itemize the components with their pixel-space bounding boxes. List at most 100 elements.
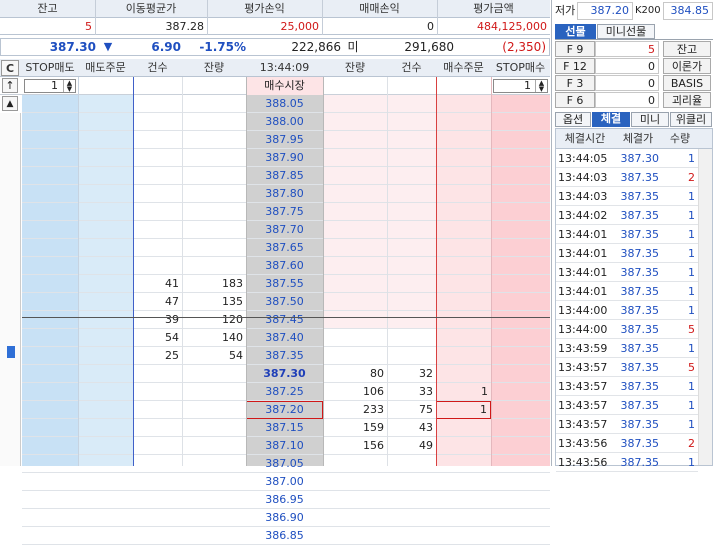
ask-row: 25 54 387.35 <box>22 347 550 365</box>
ask-price[interactable]: 387.90 <box>246 149 323 167</box>
open-interest: 291,680 <box>404 40 454 54</box>
trade-qty: 2 <box>688 171 695 184</box>
trade-time: 13:43:56 <box>558 456 608 469</box>
trade-price: 387.35 <box>620 247 660 260</box>
trade-row: 13:44:01 387.35 1 <box>556 282 698 301</box>
trade-price: 387.35 <box>620 285 660 298</box>
trade-qty: 5 <box>688 361 695 374</box>
trade-time: 13:44:00 <box>558 304 608 317</box>
ask-price[interactable]: 387.60 <box>246 257 323 275</box>
header-buy-qty: 잔량 <box>344 61 366 74</box>
bid-count: 75 <box>419 403 433 416</box>
tab-trade[interactable]: 체결 <box>592 112 630 127</box>
ask-price[interactable]: 388.00 <box>246 113 323 131</box>
c-button[interactable]: C <box>1 60 19 76</box>
bid-price[interactable]: 386.95 <box>246 491 323 509</box>
fkey-value: 0 <box>595 92 659 108</box>
bid-price[interactable]: 387.00 <box>246 473 323 491</box>
ask-price[interactable]: 387.45 <box>246 311 323 329</box>
ask-price[interactable]: 387.50 <box>246 293 323 311</box>
spin-icon[interactable]: ▲ ▼ <box>535 80 547 93</box>
market-buy-cell[interactable]: 매수시장 <box>246 77 323 95</box>
bid-row: 387.00 <box>22 473 550 491</box>
ask-qty: 54 <box>229 349 243 362</box>
ask-count: 54 <box>165 331 179 344</box>
summary-header: 잔고 이동평균가 평가손익 매매손익 평가금액 <box>0 0 550 18</box>
spin-icon[interactable]: ▲ ▼ <box>63 80 75 93</box>
trade-time: 13:43:57 <box>558 399 608 412</box>
ask-price[interactable]: 387.40 <box>246 329 323 347</box>
header-sell-count: 건수 <box>147 61 168 74</box>
fkey-action-button[interactable]: 잔고 <box>663 41 711 57</box>
ask-price[interactable]: 387.55 <box>246 275 323 293</box>
ask-price[interactable]: 387.75 <box>246 203 323 221</box>
trade-qty: 1 <box>688 380 695 393</box>
ask-price[interactable]: 387.95 <box>246 131 323 149</box>
fkey-button[interactable]: F 6 <box>555 92 595 108</box>
bid-order[interactable]: 1 <box>436 383 491 401</box>
bid-price[interactable]: 386.85 <box>246 527 323 545</box>
fkey-button[interactable]: F 12 <box>555 58 595 74</box>
bid-price[interactable]: 387.15 <box>246 419 323 437</box>
bid-price[interactable]: 387.25 <box>246 383 323 401</box>
trade-row: 13:44:05 387.30 1 <box>556 149 698 168</box>
ask-price[interactable]: 387.65 <box>246 239 323 257</box>
trade-qty: 1 <box>688 266 695 279</box>
stop-buy-stepper[interactable]: 1 ▲ ▼ <box>493 79 548 93</box>
fkey-button[interactable]: F 3 <box>555 75 595 91</box>
bid-price[interactable]: 387.20 <box>246 401 323 419</box>
ask-price[interactable]: 387.35 <box>246 347 323 365</box>
trade-scrollbar[interactable] <box>698 149 712 465</box>
ask-price[interactable]: 388.05 <box>246 95 323 113</box>
ask-row: 388.05 <box>22 95 550 113</box>
ask-price[interactable]: 387.80 <box>246 185 323 203</box>
trade-qty: 1 <box>688 399 695 412</box>
stepper-row: ↑ 1 ▲ ▼ 매수시장 1 ▲ ▼ <box>0 77 550 95</box>
trade-time: 13:44:03 <box>558 190 608 203</box>
fkey-button[interactable]: F 9 <box>555 41 595 57</box>
scroll-up-button[interactable]: ▲ <box>2 96 18 111</box>
trade-qty: 1 <box>688 304 695 317</box>
volume: 222,866 <box>291 40 341 54</box>
ask-price[interactable]: 387.85 <box>246 167 323 185</box>
fkey-action-button[interactable]: 이론가 <box>663 58 711 74</box>
header-stop-sell: STOP매도 <box>25 61 75 74</box>
tab-mini-futures[interactable]: 미니선물 <box>597 24 655 39</box>
fkey-action-button[interactable]: BASIS <box>663 75 711 91</box>
down-arrow-icon: ▼ <box>103 40 113 53</box>
tab-mini[interactable]: 미니 <box>631 112 669 127</box>
stop-sell-stepper[interactable]: 1 ▲ ▼ <box>24 79 76 93</box>
trade-time: 13:44:01 <box>558 285 608 298</box>
current-price: 387.30 <box>49 40 96 54</box>
spread-divider <box>22 317 550 318</box>
bid-count: 43 <box>419 421 433 434</box>
bid-price[interactable]: 387.30 <box>246 365 323 383</box>
trade-price: 387.35 <box>620 418 660 431</box>
fkey-value: 5 <box>595 41 659 57</box>
trade-price: 387.35 <box>620 456 660 469</box>
low-value: 387.20 <box>577 2 633 20</box>
trade-qty: 5 <box>688 323 695 336</box>
bid-price[interactable]: 387.05 <box>246 455 323 473</box>
value-trade-pnl: 0 <box>427 20 434 33</box>
label-balance: 잔고 <box>37 2 58 15</box>
trade-price: 387.35 <box>620 342 660 355</box>
trade-qty: 1 <box>688 152 695 165</box>
label-eval-pnl: 평가손익 <box>244 2 285 15</box>
trade-row: 13:44:02 387.35 1 <box>556 206 698 225</box>
bid-order[interactable]: 1 <box>436 401 491 419</box>
tab-weekly[interactable]: 위클리 <box>670 112 712 127</box>
trade-row: 13:44:01 387.35 1 <box>556 225 698 244</box>
tab-futures[interactable]: 선물 <box>555 24 596 39</box>
tab-option[interactable]: 옵션 <box>555 112 591 127</box>
ask-price[interactable]: 387.70 <box>246 221 323 239</box>
price-change: 6.90 <box>151 40 181 54</box>
fkey-action-button[interactable]: 괴리율 <box>663 92 711 108</box>
trade-row: 13:43:57 387.35 5 <box>556 358 698 377</box>
bid-price[interactable]: 386.90 <box>246 509 323 527</box>
bid-price[interactable]: 387.10 <box>246 437 323 455</box>
bid-qty: 106 <box>363 385 384 398</box>
trade-time: 13:44:00 <box>558 323 608 336</box>
value-eval-amount: 484,125,000 <box>477 20 547 33</box>
arrow-up-button[interactable]: ↑ <box>2 78 18 93</box>
